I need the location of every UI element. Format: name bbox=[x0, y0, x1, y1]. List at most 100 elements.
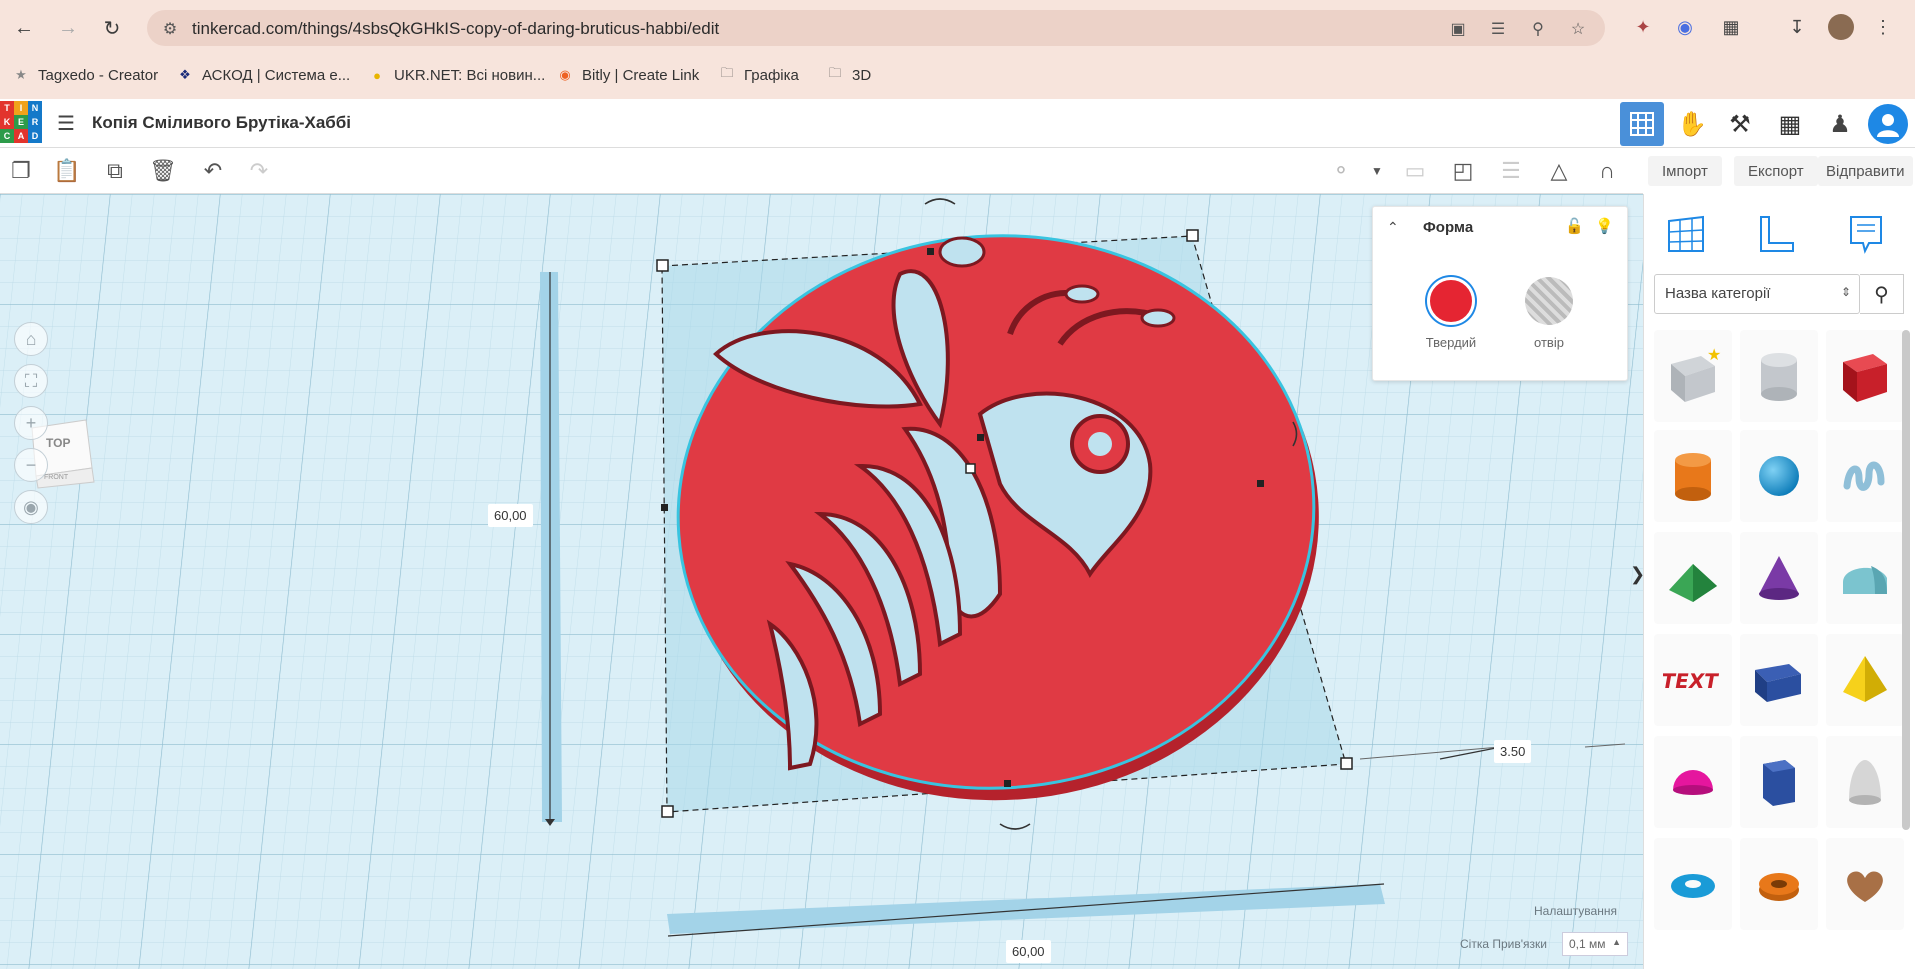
site-info-icon[interactable]: ⚙ bbox=[159, 18, 181, 40]
shape-library-scrollbar[interactable] bbox=[1902, 330, 1910, 830]
reload-button[interactable]: ↻ bbox=[98, 14, 126, 42]
folder-icon: 🗀 bbox=[720, 65, 734, 80]
shape-hexagonal-prism[interactable] bbox=[1740, 736, 1818, 828]
bookmark-tagxedo[interactable]: ★ Tagxedo - Creator bbox=[12, 64, 158, 86]
zoom-in-icon[interactable]: + bbox=[14, 406, 48, 440]
undo-icon[interactable]: ↶ bbox=[198, 156, 228, 186]
askod-icon: ❖ bbox=[179, 67, 191, 82]
shape-cone[interactable] bbox=[1740, 532, 1818, 624]
panel-collapse-icon[interactable]: ❯ bbox=[1630, 564, 1643, 590]
light-bulb-icon[interactable]: 💡 bbox=[1595, 217, 1614, 235]
sim-lab-icon[interactable]: ▦ bbox=[1768, 102, 1812, 146]
shape-box-hole[interactable]: ★ bbox=[1654, 330, 1732, 422]
home-view-icon[interactable]: ⌂ bbox=[14, 322, 48, 356]
menu-dots-icon[interactable]: ⋮ bbox=[1870, 14, 1896, 40]
shape-round-roof[interactable] bbox=[1826, 532, 1904, 624]
shape-paraboloid[interactable] bbox=[1826, 736, 1904, 828]
light-bulb-icon[interactable]: ⚬ bbox=[1326, 156, 1356, 186]
logo-letter: E bbox=[14, 115, 28, 129]
height-dimension[interactable]: 60,00 bbox=[488, 504, 533, 527]
install-app-icon[interactable]: ▣ bbox=[1447, 18, 1469, 40]
forward-button[interactable]: → bbox=[54, 14, 82, 42]
pyramid-icon bbox=[1843, 656, 1887, 702]
bricks-view-icon[interactable]: ⚒ bbox=[1718, 102, 1762, 146]
snap-grid-select[interactable]: 0,1 мм ▲ bbox=[1562, 932, 1628, 956]
align-icon[interactable]: ☰ bbox=[1496, 156, 1526, 186]
shape-polygon[interactable] bbox=[1740, 634, 1818, 726]
bookmark-folder-3d[interactable]: 🗀 3D bbox=[826, 64, 871, 86]
downloads-icon[interactable]: ↧ bbox=[1784, 14, 1810, 40]
add-user-icon[interactable]: ♟ bbox=[1818, 102, 1862, 146]
bookmark-ukrnet[interactable]: ● UKR.NET: Всі новин... bbox=[368, 64, 545, 86]
box-icon bbox=[1843, 354, 1887, 402]
text-shape-icon: TEXT bbox=[1663, 669, 1720, 693]
duplicate-icon[interactable]: ⧉ bbox=[100, 156, 130, 186]
google-translate-ext-icon[interactable]: ◉ bbox=[1672, 14, 1698, 40]
zoom-icon[interactable]: ⚲ bbox=[1527, 18, 1549, 40]
paste-icon[interactable]: 📋 bbox=[52, 156, 82, 186]
shape-scribble[interactable] bbox=[1826, 430, 1904, 522]
shape-text[interactable]: TEXT bbox=[1654, 634, 1732, 726]
polygon-icon bbox=[1755, 664, 1801, 702]
shape-pyramid[interactable] bbox=[1826, 634, 1904, 726]
profile-avatar[interactable] bbox=[1828, 14, 1854, 40]
category-dropdown[interactable]: Назва категорії ⇕ bbox=[1654, 274, 1860, 314]
solid-color-button[interactable] bbox=[1427, 277, 1475, 325]
svg-text:★: ★ bbox=[1707, 346, 1721, 364]
ungroup-icon[interactable]: ◰ bbox=[1448, 156, 1478, 186]
elevation-dimension[interactable]: 3.50 bbox=[1494, 740, 1532, 763]
shape-cylinder-hole[interactable] bbox=[1740, 330, 1818, 422]
fit-view-icon[interactable]: ⛶ bbox=[14, 364, 48, 398]
shape-box[interactable] bbox=[1826, 330, 1904, 422]
shape-half-sphere[interactable] bbox=[1654, 736, 1732, 828]
zoom-out-icon[interactable]: − bbox=[14, 448, 48, 482]
tinkercad-logo[interactable]: T I N K E R C A D bbox=[0, 101, 42, 145]
blocks-view-icon[interactable]: ✋ bbox=[1670, 102, 1714, 146]
shape-heart[interactable] bbox=[1826, 838, 1904, 930]
bookmark-star-icon[interactable]: ☆ bbox=[1567, 18, 1589, 40]
perspective-icon[interactable]: ◉ bbox=[14, 490, 48, 524]
bookmark-bitly[interactable]: ◉ Bitly | Create Link bbox=[556, 64, 699, 86]
collapse-chevron-icon[interactable]: ⌃ bbox=[1387, 219, 1399, 236]
extensions-puzzle-icon[interactable]: ▦ bbox=[1718, 14, 1744, 40]
send-to-button[interactable]: Відправити bbox=[1818, 156, 1913, 186]
shape-tube[interactable] bbox=[1740, 838, 1818, 930]
3d-design-view-button[interactable] bbox=[1620, 102, 1664, 146]
shape-roof[interactable] bbox=[1654, 532, 1732, 624]
hole-button[interactable] bbox=[1525, 277, 1573, 325]
export-button[interactable]: Експорт bbox=[1734, 156, 1818, 186]
chevron-down-icon[interactable]: ▼ bbox=[1362, 156, 1392, 186]
scribble-icon bbox=[1843, 461, 1885, 491]
group-icon[interactable]: ▭ bbox=[1400, 156, 1430, 186]
extension-icon[interactable]: ✦ bbox=[1630, 14, 1656, 40]
shape-cylinder[interactable] bbox=[1654, 430, 1732, 522]
import-button[interactable]: Імпорт bbox=[1648, 156, 1722, 186]
design-title[interactable]: Копія Сміливого Брутіка-Хаббі bbox=[92, 113, 351, 133]
notes-icon[interactable] bbox=[1840, 208, 1892, 260]
shape-torus[interactable] bbox=[1654, 838, 1732, 930]
back-button[interactable]: ← bbox=[10, 14, 38, 42]
redo-icon[interactable]: ↷ bbox=[244, 156, 274, 186]
search-button[interactable]: ⚲ bbox=[1860, 274, 1904, 314]
grid-workplane-icon[interactable] bbox=[1660, 208, 1712, 260]
lock-icon[interactable]: 🔓 bbox=[1565, 217, 1584, 235]
address-bar[interactable]: ⚙ tinkercad.com/things/4sbsQkGHkIS-copy-… bbox=[147, 10, 1605, 46]
heart-icon bbox=[1847, 871, 1883, 902]
translate-icon[interactable]: ☰ bbox=[1487, 18, 1509, 40]
bookmark-folder-grafika[interactable]: 🗀 Графіка bbox=[718, 64, 798, 86]
logo-letter: D bbox=[28, 129, 42, 143]
url-text[interactable]: tinkercad.com/things/4sbsQkGHkIS-copy-of… bbox=[192, 19, 719, 39]
ruler-icon[interactable] bbox=[1750, 208, 1802, 260]
copy-icon[interactable]: ❐ bbox=[6, 156, 36, 186]
cruise-icon[interactable]: ∩ bbox=[1592, 156, 1622, 186]
star-icon: ★ bbox=[15, 67, 27, 82]
shape-sphere[interactable] bbox=[1740, 430, 1818, 522]
paraboloid-icon bbox=[1849, 760, 1881, 805]
delete-icon[interactable]: 🗑 bbox=[148, 156, 178, 186]
design-list-icon[interactable]: ☰ bbox=[54, 111, 78, 135]
bookmark-askod[interactable]: ❖ АСКОД | Система е... bbox=[176, 64, 350, 86]
width-dimension[interactable]: 60,00 bbox=[1006, 940, 1051, 963]
settings-link[interactable]: Налаштування bbox=[1534, 904, 1617, 918]
mirror-icon[interactable]: △ bbox=[1544, 156, 1574, 186]
user-avatar[interactable] bbox=[1868, 104, 1908, 144]
